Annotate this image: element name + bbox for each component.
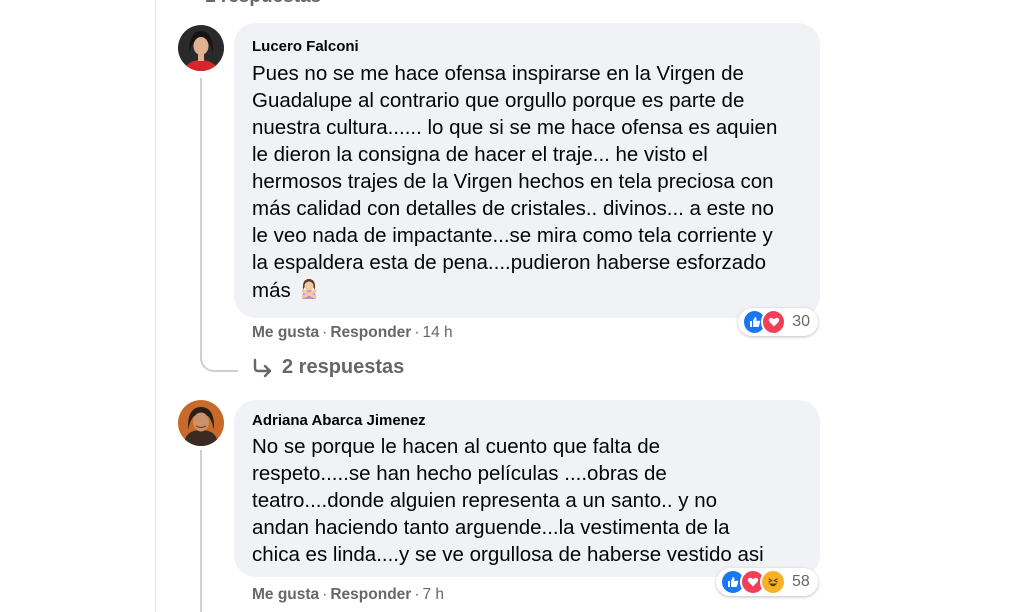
avatar[interactable]	[178, 25, 224, 71]
comment-author[interactable]: Lucero Falconi	[252, 38, 359, 55]
comment-text-fragment: más	[252, 278, 291, 302]
comment-text-line: le dieron la consigna de hacer el traje.…	[252, 143, 708, 166]
thread-connector-curve	[200, 330, 238, 372]
avatar[interactable]	[178, 400, 224, 446]
love-reaction-icon	[761, 309, 787, 335]
comment-text-line: chica es linda....y se ve orgullosa de h…	[252, 543, 764, 566]
comment-actions: Me gusta · Responder · 7 h	[252, 586, 444, 604]
comment-actions: Me gusta · Responder · 14 h	[252, 324, 453, 342]
comment-text-line: teatro....donde alguien representa a un …	[252, 489, 717, 512]
reply-arrow-icon	[253, 358, 272, 377]
comment-text-line-last: más	[252, 276, 321, 307]
like-button[interactable]: Me gusta	[252, 586, 319, 603]
comment-text-line: hermosos trajes de la Virgen hechos en t…	[252, 170, 774, 193]
comment-text-line: respeto.....se han hecho películas ....o…	[252, 462, 667, 485]
comment-timestamp[interactable]: 14 h	[423, 324, 453, 341]
comment-text-line: más calidad con detalles de cristales.. …	[252, 197, 774, 220]
comment-author[interactable]: Adriana Abarca Jimenez	[252, 412, 426, 429]
view-replies-label: 2 respuestas	[282, 356, 405, 378]
woman-gesturing-no-emoji	[297, 276, 321, 307]
comment-text-line: Pues no se me hace ofensa inspirarse en …	[252, 62, 744, 85]
reaction-count: 30	[792, 313, 810, 330]
separator: ·	[414, 586, 420, 603]
comment-text-line: nuestra cultura...... lo que si se me ha…	[252, 116, 778, 139]
view-replies-link[interactable]: 2 respuestas	[252, 356, 404, 379]
comment-text-line: andan haciendo tanto arguende...la vesti…	[252, 516, 730, 539]
previous-replies-link-partial[interactable]: 1 respuestas	[205, 0, 321, 8]
reaction-count: 58	[792, 573, 810, 590]
comment-text-line: No se porque le hacen al cuento que falt…	[252, 435, 661, 458]
reactions-summary[interactable]: 58	[716, 568, 818, 596]
comment-text-line: le veo nada de impactante...se mira como…	[252, 224, 773, 247]
like-button[interactable]: Me gusta	[252, 324, 319, 341]
thread-connector	[200, 78, 202, 338]
reactions-summary[interactable]: 30	[738, 308, 818, 336]
separator: ·	[322, 324, 328, 341]
comment-timestamp[interactable]: 7 h	[423, 586, 445, 603]
separator: ·	[414, 324, 420, 341]
reply-button[interactable]: Responder	[330, 586, 411, 603]
haha-reaction-icon	[760, 569, 786, 595]
comment-text-line: Guadalupe al contrario que orgullo porqu…	[252, 89, 745, 112]
reply-button[interactable]: Responder	[330, 324, 411, 341]
left-border	[155, 0, 156, 612]
thread-connector	[200, 450, 202, 612]
comment-text-line: la espaldera esta de pena....pudieron ha…	[252, 251, 767, 274]
separator: ·	[322, 586, 328, 603]
